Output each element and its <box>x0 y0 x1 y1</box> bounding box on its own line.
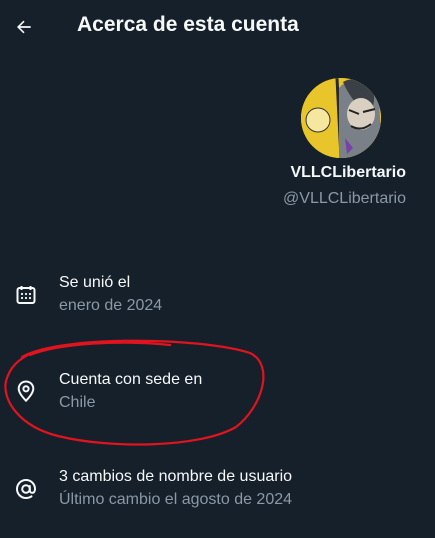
display-name: VLLCLibertario <box>290 164 406 181</box>
avatar[interactable] <box>301 78 381 158</box>
page-title: Acerca de esta cuenta <box>77 13 299 36</box>
info-label: 3 cambios de nombre de usuario <box>59 468 293 485</box>
back-button[interactable] <box>12 12 36 42</box>
location-pin-icon <box>12 377 40 405</box>
info-value: Último cambio el agosto de 2024 <box>59 491 293 508</box>
info-value: Chile <box>59 394 96 411</box>
at-sign-icon <box>12 475 40 503</box>
info-row-location: Cuenta con sede en Chile <box>0 369 435 419</box>
username-handle: @VLLCLibertario <box>283 190 406 207</box>
info-row-joined: Se unió el enero de 2024 <box>0 272 435 322</box>
calendar-icon <box>12 281 40 309</box>
info-value: enero de 2024 <box>59 297 163 314</box>
info-label: Cuenta con sede en <box>59 371 203 388</box>
page-header: Acerca de esta cuenta <box>0 0 435 56</box>
profile-avatar-cartoon <box>301 78 381 158</box>
arrow-left-icon <box>17 20 31 34</box>
info-row-username-changes: 3 cambios de nombre de usuario Último ca… <box>0 466 435 516</box>
info-label: Se unió el <box>59 274 131 291</box>
